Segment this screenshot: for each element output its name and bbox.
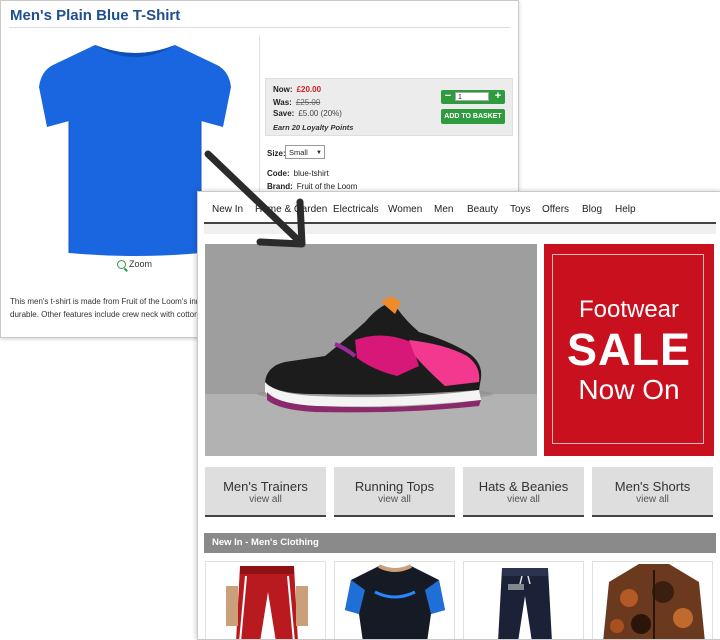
category-view-all: view all — [378, 494, 411, 505]
quantity-stepper: − 1 + — [441, 90, 505, 104]
sale-line-footwear: Footwear — [578, 296, 680, 323]
quantity-plus-button[interactable]: + — [492, 90, 504, 104]
footwear-sale-banner[interactable]: Footwear SALE Now On — [544, 244, 714, 456]
was-price: £25.00 — [295, 98, 321, 107]
zoom-label: Zoom — [129, 259, 153, 269]
nav-item-blog[interactable]: Blog — [582, 204, 602, 215]
description-line: durable. Other features include crew nec… — [10, 310, 213, 319]
quantity-minus-button[interactable]: − — [442, 90, 454, 104]
nav-item-electricals[interactable]: Electricals — [333, 204, 379, 215]
product-description: This men's t-shirt is made from Fruit of… — [10, 295, 213, 321]
category-name: Running Tops — [354, 479, 435, 494]
camo-jacket-image — [603, 564, 705, 639]
category-view-all: view all — [249, 494, 282, 505]
price-box: Now: £20.00 Was: £25.00 Save: £5.00 (20%) E… — [265, 78, 513, 136]
arrow-icon — [204, 150, 306, 248]
product-card-camo-jacket[interactable] — [592, 561, 713, 639]
category-name: Hats & Beanies — [478, 479, 569, 494]
nav-item-women[interactable]: Women — [388, 204, 422, 215]
save-amount: £5.00 (20%) — [298, 109, 342, 118]
category-view-all: view all — [636, 494, 669, 505]
category-name: Men's Shorts — [614, 479, 691, 494]
product-title: Men's Plain Blue T-Shirt — [10, 7, 181, 24]
product-card-track-pants[interactable] — [205, 561, 326, 639]
navy-joggers-image — [498, 568, 552, 639]
now-price: £20.00 — [296, 85, 322, 94]
nav-item-help[interactable]: Help — [615, 204, 636, 215]
sale-line-now-on: Now On — [578, 374, 680, 405]
now-price-row: Now: £20.00 — [273, 85, 321, 94]
section-header-bar: New In - Men's Clothing — [204, 533, 716, 553]
zoom-icon — [117, 259, 126, 269]
add-to-basket-button[interactable]: ADD TO BASKET — [441, 109, 505, 124]
was-price-row: Was: £25.00 — [273, 98, 320, 107]
running-top-image — [345, 564, 445, 639]
red-track-pants-image — [226, 566, 308, 639]
product-card-running-top[interactable] — [334, 561, 455, 639]
dropdown-arrow-icon: ▼ — [316, 150, 322, 156]
title-divider — [9, 27, 510, 28]
category-view-all: view all — [507, 494, 540, 505]
save-label: Save: — [273, 109, 295, 118]
nav-item-men[interactable]: Men — [434, 204, 453, 215]
quantity-input[interactable]: 1 — [455, 92, 489, 101]
description-line: This men's t-shirt is made from Fruit of… — [10, 297, 209, 306]
category-mens-shorts[interactable]: Men's Shorts view all — [592, 467, 713, 517]
category-mens-trainers[interactable]: Men's Trainers view all — [205, 467, 326, 517]
loyalty-points: Earn 20 Loyalty Points — [273, 123, 354, 132]
section-title: New In - Men's Clothing — [212, 537, 319, 548]
category-name: Men's Trainers — [223, 479, 308, 494]
category-hats-beanies[interactable]: Hats & Beanies view all — [463, 467, 584, 517]
nav-item-offers[interactable]: Offers — [542, 204, 569, 215]
product-card-joggers[interactable] — [463, 561, 584, 639]
now-label: Now: — [273, 85, 293, 94]
zoom-link[interactable]: Zoom — [117, 259, 152, 269]
trainer-image — [257, 296, 493, 413]
save-row: Save: £5.00 (20%) — [273, 109, 342, 118]
nav-item-toys[interactable]: Toys — [510, 204, 531, 215]
nav-item-beauty[interactable]: Beauty — [467, 204, 498, 215]
category-running-tops[interactable]: Running Tops view all — [334, 467, 455, 517]
store-page-window: New In Home & Garden Electricals Women M… — [197, 191, 720, 640]
hero-trainer-banner[interactable] — [205, 244, 537, 456]
was-label: Was: — [273, 98, 292, 107]
sale-line-sale: SALE — [566, 324, 691, 375]
